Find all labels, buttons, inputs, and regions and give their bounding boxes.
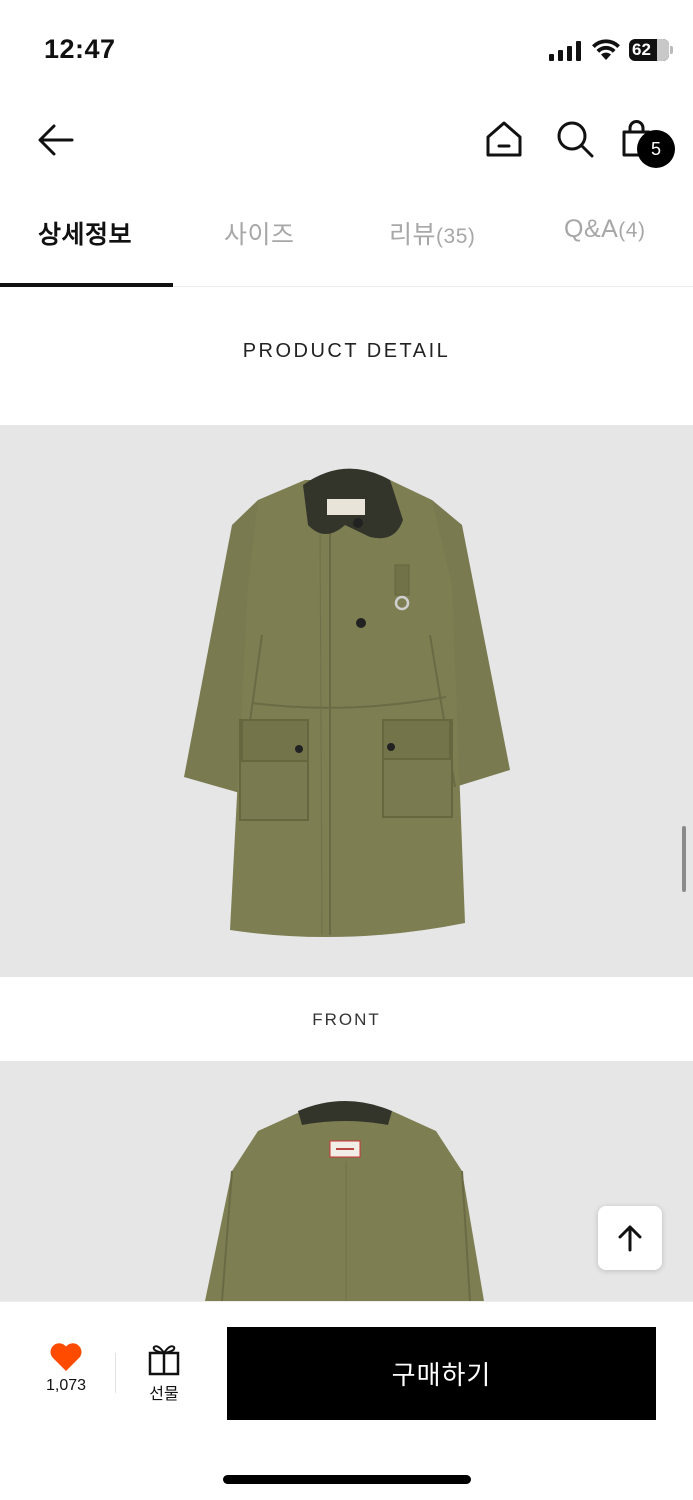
cart-count-badge: 5 (637, 130, 675, 168)
like-count: 1,073 (45, 1377, 87, 1394)
status-bar: 12:47 62 (0, 0, 693, 100)
tab-label: 상세정보 (38, 221, 133, 249)
tab-qna[interactable]: Q&A(4) (564, 215, 645, 244)
heart-icon (50, 1343, 82, 1371)
coat-back-illustration (205, 1101, 484, 1301)
search-icon[interactable] (555, 119, 595, 159)
arrow-up-icon (618, 1225, 642, 1252)
gift-icon (148, 1345, 180, 1376)
tab-detail[interactable]: 상세정보 (38, 215, 132, 251)
tab-review[interactable]: 리뷰(35) (389, 215, 475, 251)
gift-button[interactable]: 선물 (135, 1342, 193, 1412)
back-arrow-icon[interactable] (36, 120, 76, 160)
scroll-to-top-button[interactable] (598, 1206, 662, 1270)
cellular-signal-icon (549, 41, 581, 61)
section-title: PRODUCT DETAIL (242, 340, 451, 362)
product-tabs: 상세정보 사이즈 리뷰(35) Q&A(4) (0, 195, 693, 287)
battery-icon: 62 (629, 39, 669, 61)
tab-size[interactable]: 사이즈 (224, 215, 295, 251)
tab-label: 리뷰 (389, 221, 437, 249)
active-tab-indicator (0, 283, 173, 287)
like-button[interactable]: 1,073 (30, 1342, 102, 1412)
divider (115, 1353, 116, 1393)
battery-level: 62 (632, 40, 651, 59)
wifi-icon (592, 39, 620, 60)
home-icon[interactable] (484, 119, 524, 159)
product-image-back (0, 1061, 693, 1301)
front-caption: FRONT (312, 1010, 381, 1029)
purchase-bar: 1,073 선물 구매하기 (0, 1301, 693, 1500)
tab-label: 사이즈 (224, 221, 295, 249)
tab-count: (35) (436, 225, 476, 248)
home-indicator[interactable] (223, 1475, 471, 1484)
product-image-front (0, 425, 693, 977)
coat-front-illustration (184, 468, 510, 938)
status-time: 12:47 (44, 34, 116, 64)
tab-label: Q&A (564, 215, 619, 243)
buy-button[interactable]: 구매하기 (227, 1327, 656, 1420)
battery-cap (670, 46, 673, 54)
tab-count: (4) (618, 219, 646, 242)
scrollbar-thumb[interactable] (682, 826, 686, 892)
top-nav (0, 100, 693, 180)
gift-label: 선물 (149, 1386, 179, 1403)
